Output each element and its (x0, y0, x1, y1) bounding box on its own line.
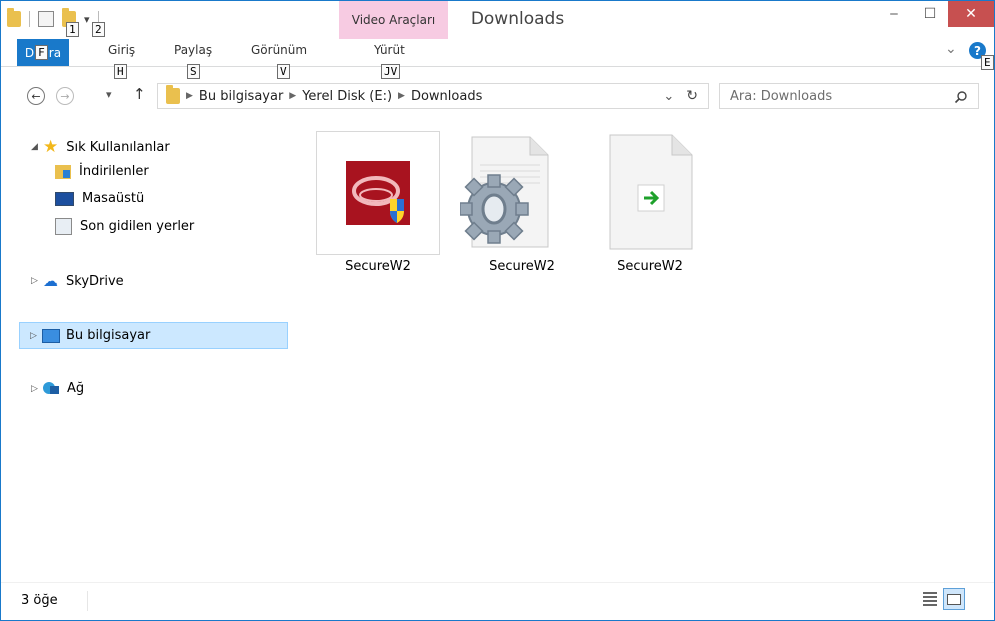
navigation-bar: ← → ▾ ↑ ▶ Bu bilgisayar ▶ Yerel Disk (E:… (1, 79, 994, 113)
nav-item-label: Son gidilen yerler (80, 219, 195, 234)
recent-places-icon (55, 218, 72, 235)
nav-skydrive[interactable]: ▷ ☁ SkyDrive (31, 272, 124, 290)
breadcrumb-downloads[interactable]: Downloads (411, 89, 482, 104)
collapsed-arrow-icon[interactable]: ▷ (31, 276, 43, 286)
settings-file-icon (460, 136, 549, 248)
file-name: SecureW2 (617, 259, 683, 274)
keytip-play: JV (381, 64, 401, 79)
refresh-icon[interactable]: ↻ (686, 88, 698, 104)
item-count: 3 öğe (21, 593, 58, 608)
file-item-settings[interactable]: SecureW2 (460, 131, 584, 274)
tab-view[interactable]: Görünüm (251, 43, 307, 57)
settings-thumbnail (460, 131, 584, 255)
file-name: SecureW2 (345, 259, 411, 274)
search-input-placeholder: Ara: Downloads (730, 88, 833, 104)
cloud-icon: ☁ (43, 272, 58, 290)
search-icon[interactable] (954, 90, 968, 104)
nav-skydrive-label: SkyDrive (66, 273, 124, 289)
explorer-window: ▾ 1 2 Video Araçları Downloads ‒ ☐ ✕ D F… (0, 0, 995, 621)
file-name: SecureW2 (489, 259, 555, 274)
nav-item-label: İndirilenler (79, 164, 149, 179)
nav-item-downloads[interactable]: İndirilenler (55, 164, 149, 179)
computer-icon (42, 328, 60, 343)
status-bar: 3 öğe (1, 582, 994, 621)
keytip-home: H (114, 64, 127, 79)
address-dropdown-icon[interactable]: ⌄ (663, 89, 674, 104)
nav-this-pc[interactable]: ▷ Bu bilgisayar (19, 322, 288, 349)
nav-item-label: Masaüstü (82, 191, 145, 206)
breadcrumb-separator[interactable]: ▶ (186, 91, 193, 101)
nav-item-recent-places[interactable]: Son gidilen yerler (55, 218, 194, 235)
window-title: Downloads (470, 9, 565, 29)
file-item-shortcut[interactable]: SecureW2 (588, 131, 712, 274)
title-bar: ▾ 1 2 Video Araçları Downloads ‒ ☐ ✕ (1, 1, 994, 39)
expanded-arrow-icon[interactable]: ◢ (31, 142, 43, 152)
window-controls: ‒ ☐ ✕ (876, 1, 994, 29)
large-icons-view-icon[interactable] (943, 588, 965, 610)
file-item-installer[interactable]: SecureW2 (316, 131, 440, 274)
ribbon-expand-icon[interactable]: ⌄ (945, 41, 957, 57)
tab-play[interactable]: Yürüt (374, 43, 405, 57)
tab-file-label-tail: ra (48, 45, 62, 60)
nav-this-pc-label: Bu bilgisayar (66, 328, 151, 343)
downloads-folder-icon (55, 164, 71, 179)
tab-share[interactable]: Paylaş (174, 43, 212, 57)
recent-locations-icon[interactable]: ▾ (106, 88, 112, 101)
up-button[interactable]: ↑ (133, 85, 146, 103)
nav-network[interactable]: ▷ Ağ (31, 381, 84, 396)
installer-icon (346, 161, 410, 225)
navigation-pane: ◢ ★ Sık Kullanılanlar İndirilenler Masaü… (1, 119, 289, 582)
breadcrumb-separator[interactable]: ▶ (289, 91, 296, 101)
ribbon-tabs: D F ra Giriş Paylaş Görünüm Yürüt H S V … (1, 39, 994, 79)
back-button[interactable]: ← (27, 87, 45, 105)
forward-button[interactable]: → (56, 87, 74, 105)
installer-thumbnail (316, 131, 440, 255)
nav-favorites[interactable]: ◢ ★ Sık Kullanılanlar (31, 137, 170, 157)
star-icon: ★ (43, 137, 59, 157)
nav-item-desktop[interactable]: Masaüstü (55, 191, 144, 206)
network-icon (43, 381, 59, 396)
address-bar[interactable]: ▶ Bu bilgisayar ▶ Yerel Disk (E:) ▶ Down… (157, 83, 709, 109)
keytip-file: F (35, 45, 48, 60)
keytip-share: S (187, 64, 200, 79)
keytip-view: V (277, 64, 290, 79)
breadcrumb-local-disk[interactable]: Yerel Disk (E:) (302, 89, 392, 104)
file-list: SecureW2 SecureW2 SecureW2 (290, 119, 994, 582)
status-separator (87, 591, 88, 611)
desktop-icon (55, 191, 74, 206)
details-view-icon[interactable] (923, 592, 937, 606)
nav-favorites-label: Sık Kullanılanlar (66, 139, 170, 155)
minimize-button[interactable]: ‒ (876, 1, 912, 27)
collapsed-arrow-icon[interactable]: ▷ (30, 331, 42, 341)
maximize-button[interactable]: ☐ (912, 1, 948, 27)
tab-home[interactable]: Giriş (108, 43, 135, 57)
folder-icon (166, 85, 180, 104)
shortcut-thumbnail (588, 131, 712, 255)
tab-file[interactable]: D F ra (17, 39, 69, 66)
tab-file-label-head: D (24, 45, 35, 60)
breadcrumb-this-pc[interactable]: Bu bilgisayar (199, 89, 283, 104)
breadcrumb-separator[interactable]: ▶ (398, 91, 405, 101)
close-button[interactable]: ✕ (948, 1, 994, 27)
search-box[interactable]: Ara: Downloads (719, 83, 979, 109)
collapsed-arrow-icon[interactable]: ▷ (31, 384, 43, 394)
keytip-help: E (981, 55, 994, 70)
nav-network-label: Ağ (67, 381, 85, 396)
shortcut-file-icon (609, 134, 693, 250)
